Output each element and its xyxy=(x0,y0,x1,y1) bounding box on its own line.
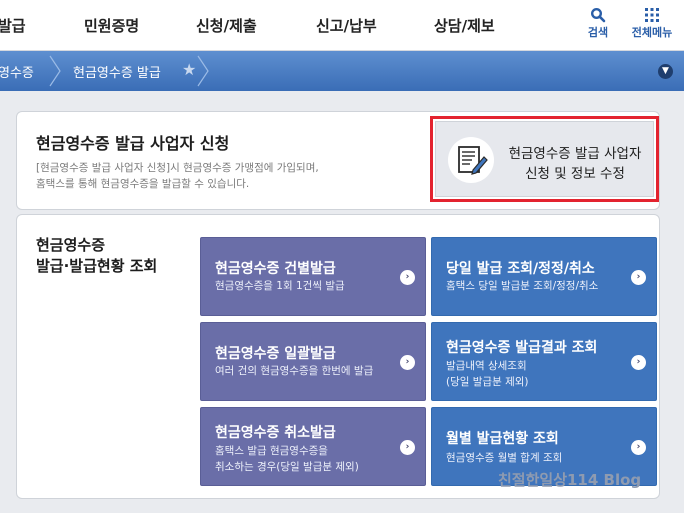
tile-today-lookup[interactable]: 당일 발급 조회/정정/취소 홈택스 당일 발급분 조회/정정/취소 › xyxy=(431,237,657,316)
search-icon xyxy=(590,7,606,23)
tile-desc-line: 여러 건의 현금영수증을 한번에 발급 xyxy=(215,365,374,377)
chevron-right-icon: › xyxy=(631,355,646,370)
tile-desc-line: (당일 발급분 제외) xyxy=(446,376,529,388)
issue-lookup-title-line1: 현금영수증 xyxy=(36,236,106,254)
issuer-apply-button-line2: 신청 및 정보 수정 xyxy=(525,166,625,182)
watermark: 친절한일상114 Blog xyxy=(498,471,642,489)
document-pen-icon xyxy=(448,137,494,183)
issuer-apply-button-highlight: 현금영수증 발급 사업자 신청 및 정보 수정 xyxy=(430,116,659,202)
tile-desc-line: 홈택스 발급 현금영수증을 xyxy=(215,445,328,457)
tile-bulk-issue[interactable]: 현금영수증 일괄발급 여러 건의 현금영수증을 한번에 발급 › xyxy=(200,322,426,401)
nav-item-consult-report[interactable]: 상담/제보 xyxy=(434,15,495,36)
issuer-apply-title: 현금영수증 발급 사업자 신청 xyxy=(36,134,230,153)
chevron-right-icon: › xyxy=(631,270,646,285)
all-menu-label: 전체메뉴 xyxy=(631,26,673,39)
search-label: 검색 xyxy=(587,26,609,39)
search-button[interactable]: 검색 xyxy=(584,6,612,40)
breadcrumb-separator-icon xyxy=(49,55,61,87)
chevron-right-icon: › xyxy=(400,355,415,370)
tile-desc-line: 현금영수증을 1회 1건씩 발급 xyxy=(215,280,345,292)
tile-desc-line: 취소하는 경우(당일 발급분 제외) xyxy=(215,461,359,473)
breadcrumb-parent[interactable]: 영수증 xyxy=(0,62,34,81)
nav-item-apply-submit[interactable]: 신청/제출 xyxy=(196,15,257,36)
star-icon[interactable]: ★ xyxy=(182,60,196,79)
issue-lookup-title-line2: 발급·발급현황 조회 xyxy=(36,257,158,275)
tile-title: 현금영수증 발급결과 조회 xyxy=(446,340,598,356)
issuer-apply-desc-line2: 홈택스를 통해 현금영수증을 발급할 수 있습니다. xyxy=(36,178,250,190)
issuer-apply-description: [현금영수증 발급 사업자 신청]시 현금영수증 가맹점에 가입되며, 홈택스를… xyxy=(36,160,366,192)
tile-desc-line: 발급내역 상세조회 xyxy=(446,360,527,372)
breadcrumb: 영수증 현금영수증 발급 ★ ▼ xyxy=(0,51,684,91)
nav-item-issue[interactable]: 발급 xyxy=(0,15,26,36)
grid-menu-icon xyxy=(645,8,659,22)
chevron-right-icon: › xyxy=(631,440,646,455)
issuer-apply-button[interactable]: 현금영수증 발급 사업자 신청 및 정보 수정 xyxy=(435,121,654,197)
top-navigation: 발급 민원증명 신청/제출 신고/납부 상담/제보 검색 전체메뉴 xyxy=(0,0,684,51)
tile-title: 당일 발급 조회/정정/취소 xyxy=(446,261,595,277)
tile-cancel-issue[interactable]: 현금영수증 취소발급 홈택스 발급 현금영수증을 취소하는 경우(당일 발급분 … xyxy=(200,407,426,486)
issuer-apply-button-label: 현금영수증 발급 사업자 신청 및 정보 수정 xyxy=(500,144,650,184)
issue-lookup-title: 현금영수증 발급·발급현황 조회 xyxy=(36,235,206,277)
nav-item-report-pay[interactable]: 신고/납부 xyxy=(316,15,377,36)
all-menu-button[interactable]: 전체메뉴 xyxy=(626,6,678,40)
tile-single-issue[interactable]: 현금영수증 건별발급 현금영수증을 1회 1건씩 발급 › xyxy=(200,237,426,316)
tile-result-lookup[interactable]: 현금영수증 발급결과 조회 발급내역 상세조회 (당일 발급분 제외) › xyxy=(431,322,657,401)
issuer-apply-desc-line1: [현금영수증 발급 사업자 신청]시 현금영수증 가맹점에 가입되며, xyxy=(36,162,319,174)
chevron-right-icon: › xyxy=(400,270,415,285)
issuer-apply-button-line1: 현금영수증 발급 사업자 xyxy=(508,146,642,162)
breadcrumb-current: 현금영수증 발급 xyxy=(73,66,161,81)
tile-desc-line: 현금영수증 월별 합계 조회 xyxy=(446,452,563,464)
chevron-down-icon[interactable]: ▼ xyxy=(658,64,673,79)
tile-title: 현금영수증 일괄발급 xyxy=(215,346,336,362)
tile-title: 월별 발급현황 조회 xyxy=(446,431,559,447)
tile-desc-line: 홈택스 당일 발급분 조회/정정/취소 xyxy=(446,280,599,292)
breadcrumb-end-icon xyxy=(197,55,209,87)
tile-title: 현금영수증 건별발급 xyxy=(215,261,336,277)
tile-title: 현금영수증 취소발급 xyxy=(215,425,336,441)
chevron-right-icon: › xyxy=(400,440,415,455)
nav-item-certificates[interactable]: 민원증명 xyxy=(84,15,139,36)
